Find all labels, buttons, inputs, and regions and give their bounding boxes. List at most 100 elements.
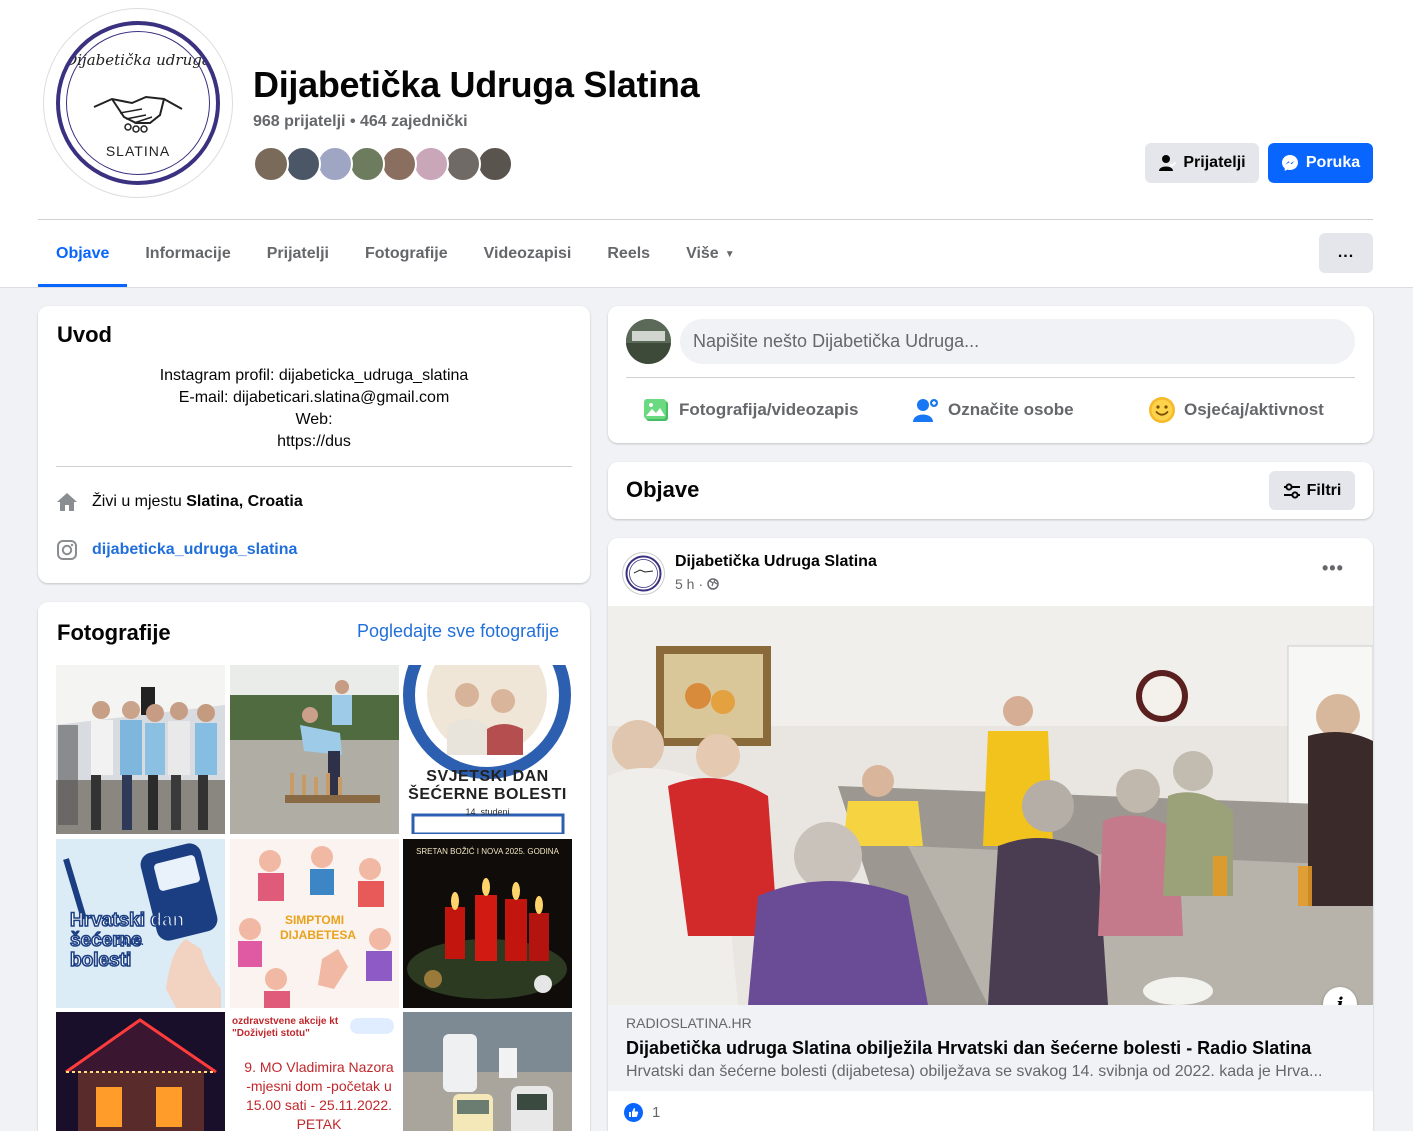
composer-divider [626, 377, 1355, 378]
photo-thumbnail[interactable]: ozdravstvene akcije kt "Doživjeti stotu"… [230, 1012, 399, 1131]
link-domain: RADIOSLATINA.HR [626, 1015, 752, 1031]
posts-title: Objave [626, 477, 700, 502]
logo-top-text: Dijabetička udruga [65, 51, 211, 69]
tab-fotografije[interactable]: Fotografije [347, 221, 466, 287]
lives-in-place[interactable]: Slatina, Croatia [186, 493, 302, 510]
friends-button-label: Prijatelji [1183, 154, 1246, 171]
filter-button[interactable]: Filtri [1269, 471, 1355, 510]
photo-caption: SRETAN BOŽIĆ I NOVA 2025. GODINA [416, 847, 559, 856]
post-options-button[interactable]: ••• [1322, 558, 1344, 579]
link-description: Hrvatski dan šećerne bolesti (dijabetesa… [626, 1063, 1323, 1080]
post-image[interactable] [608, 606, 1373, 1005]
tab-label: Fotografije [364, 245, 448, 262]
photo-thumbnail[interactable] [230, 665, 399, 834]
photo-icon [644, 399, 668, 421]
smiley-icon [1149, 397, 1175, 423]
photo-thumbnail[interactable]: Hrvatski dan šećerne bolesti 14.05. [56, 839, 225, 1008]
post-author-avatar[interactable] [622, 552, 665, 595]
photo-thumbnail[interactable]: SVJETSKI DAN ŠEĆERNE BOLESTI 14. studeni [403, 665, 572, 834]
home-icon [57, 493, 77, 511]
intro-bio: Instagram profil: dijabeticka_udruga_sla… [57, 365, 571, 453]
tab-videozapisi[interactable]: Videozapisi [466, 221, 590, 287]
tab-label: Objave [56, 245, 110, 262]
reactions-summary[interactable]: 1 [624, 1103, 660, 1122]
friend-avatar[interactable] [285, 146, 321, 182]
see-all-photos-link[interactable]: Pogledajte sve fotografije [357, 621, 559, 642]
instagram-row: dijabeticka_udruga_slatina [56, 539, 297, 561]
photo-video-label: Fotografija/videozapis [679, 400, 859, 419]
photo-caption: SVJETSKI DAN ŠEĆERNE BOLESTI [408, 768, 567, 803]
friends-person-icon [1159, 155, 1177, 171]
photo-caption-sub: 14. studeni [465, 807, 510, 817]
photo-thumbnail[interactable]: SIMPTOMI DIJABETESA [230, 839, 399, 1008]
friend-avatar[interactable] [253, 146, 289, 182]
composer-placeholder: Napišite nešto Dijabetička Udruga... [693, 331, 980, 351]
tag-people-label: Označite osobe [948, 400, 1074, 419]
udruga-logo: Dijabetička udruga SLATINA [56, 21, 220, 185]
post-time[interactable]: 5 h [675, 576, 694, 592]
post-meta: 5 h · [675, 576, 719, 592]
profile-name: Dijabetička Udruga Slatina [253, 64, 700, 105]
tab-label: Informacije [145, 245, 231, 262]
friends-count[interactable]: 968 prijatelji • 464 zajednički [253, 113, 468, 131]
separator-dot: · [698, 576, 704, 592]
tab-label: Reels [607, 245, 651, 262]
tab-objave[interactable]: Objave [38, 221, 128, 287]
link-title[interactable]: Dijabetička udruga Slatina obilježila Hr… [626, 1038, 1311, 1059]
tab-informacije[interactable]: Informacije [127, 221, 248, 287]
photo-caption-sub: ozdravstvene akcije kt "Doživjeti stotu" [232, 1016, 339, 1039]
photos-title: Fotografije [57, 620, 171, 645]
bio-line: Instagram profil: dijabeticka_udruga_sla… [159, 367, 469, 384]
bio-line: E-mail: dijabeticari.slatina@gmail.com [178, 389, 450, 406]
message-button-label: Poruka [1305, 154, 1361, 171]
photo-thumbnail[interactable] [56, 665, 225, 834]
tag-people-button[interactable]: Označite osobe [912, 393, 1074, 427]
caret-down-icon: ▼ [724, 248, 735, 260]
sliders-icon [1283, 482, 1300, 499]
photo-thumbnail[interactable]: SRETAN BOŽIĆ I NOVA 2025. GODINA [403, 839, 572, 1008]
composer-avatar[interactable] [626, 319, 671, 364]
tab-prijatelji[interactable]: Prijatelji [249, 221, 347, 287]
lives-in-text: Živi u mjestu Slatina, Croatia [92, 493, 303, 511]
photo-thumbnail[interactable] [56, 1012, 225, 1131]
like-icon [624, 1103, 643, 1122]
tab-label: Više [686, 245, 719, 262]
friend-avatar[interactable] [349, 146, 385, 182]
profile-header: Dijabetička udruga SLATINA Dijabetička U… [0, 0, 1413, 288]
tab-label: Prijatelji [266, 245, 329, 262]
intro-title: Uvod [57, 322, 112, 347]
photo-caption: SIMPTOMI DIJABETESA [280, 913, 357, 942]
likes-count: 1 [652, 1104, 661, 1121]
profile-picture[interactable]: Dijabetička udruga SLATINA [43, 8, 233, 198]
more-options-icon: ... [1337, 244, 1355, 261]
tab-label: Videozapisi [483, 245, 572, 262]
messenger-icon [1281, 155, 1298, 171]
intro-divider [56, 466, 572, 467]
friends-button[interactable]: Prijatelji [1145, 143, 1259, 183]
lives-in-prefix: Živi u mjestu [92, 493, 182, 510]
profile-tabs: Objave Informacije Prijatelji Fotografij… [38, 221, 753, 287]
friend-avatar[interactable] [477, 146, 513, 182]
tab-vise[interactable]: Više ▼ [668, 221, 753, 287]
instagram-icon [57, 540, 77, 560]
instagram-link[interactable]: dijabeticka_udruga_slatina [92, 541, 297, 559]
tab-reels[interactable]: Reels [589, 221, 668, 287]
post-author-name[interactable]: Dijabetička Udruga Slatina [675, 553, 877, 571]
header-divider [38, 219, 1373, 220]
tag-people-icon [913, 399, 938, 422]
photo-thumbnail[interactable] [403, 1012, 572, 1131]
globe-icon [707, 578, 719, 590]
handshake-icon [93, 95, 183, 133]
bio-line: Web: [295, 411, 333, 428]
bio-line[interactable]: https://dus [57, 431, 571, 453]
friend-avatar[interactable] [445, 146, 481, 182]
more-options-button[interactable]: ... [1319, 233, 1373, 273]
friend-avatar[interactable] [413, 146, 449, 182]
photo-video-button[interactable]: Fotografija/videozapis [643, 393, 858, 427]
friend-avatar[interactable] [381, 146, 417, 182]
posts-header-card [608, 462, 1373, 519]
composer-input[interactable]: Napišite nešto Dijabetička Udruga... [680, 319, 1355, 364]
friend-avatar[interactable] [317, 146, 353, 182]
message-button[interactable]: Poruka [1268, 143, 1373, 183]
feeling-activity-button[interactable]: Osjećaj/aktivnost [1148, 393, 1324, 427]
